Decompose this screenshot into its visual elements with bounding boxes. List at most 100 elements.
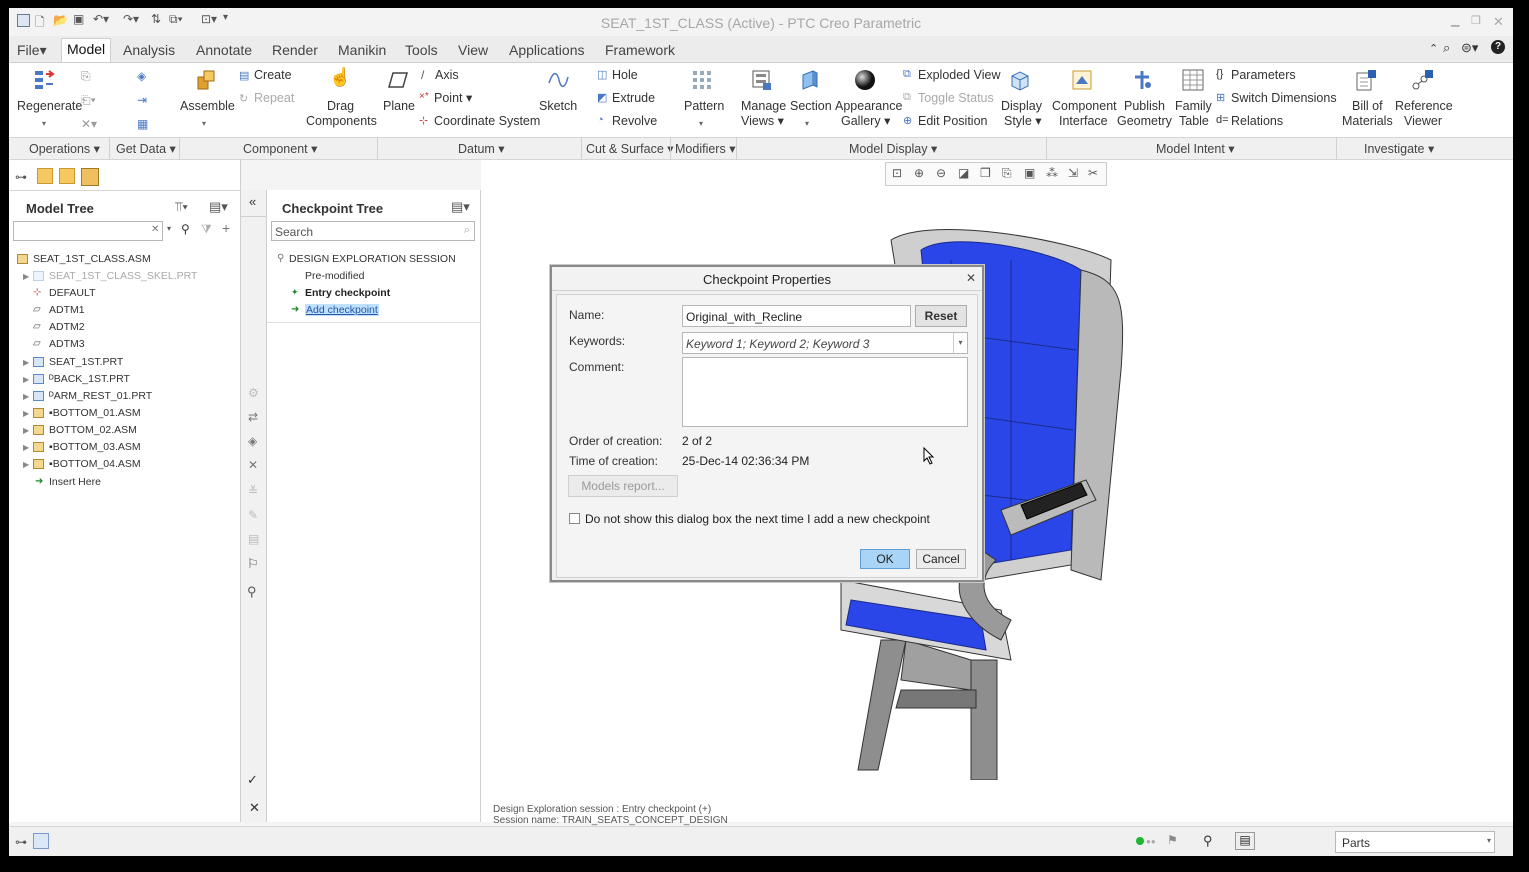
branch-icon[interactable]: ◈: [248, 434, 257, 448]
tree-item-bottom-04[interactable]: ▪BOTTOM_04.ASM: [49, 458, 141, 470]
appearance-gallery-button[interactable]: Gallery ▾: [841, 114, 890, 129]
tab-framework[interactable]: Framework: [600, 40, 680, 60]
navigator-toggle-icon[interactable]: ⊶: [15, 835, 27, 849]
section-button[interactable]: Section: [790, 99, 832, 114]
message-flag-icon[interactable]: ⚑: [1167, 833, 1178, 847]
keywords-combobox[interactable]: Keyword 1; Keyword 2; Keyword 3 ▾: [682, 332, 968, 354]
annotation-display-icon[interactable]: ⇲: [1068, 166, 1078, 180]
repaint-icon[interactable]: ◪: [958, 166, 969, 180]
group-component[interactable]: Component ▾: [243, 141, 317, 156]
tab-tools[interactable]: Tools: [400, 40, 443, 60]
bill-of-label[interactable]: Bill of: [1352, 99, 1383, 114]
clear-search-icon[interactable]: ✕: [151, 224, 159, 235]
parameters-button[interactable]: Parameters: [1231, 68, 1296, 83]
show-options-icon[interactable]: ▤▾: [209, 199, 228, 215]
publish-label[interactable]: Publish: [1124, 99, 1165, 114]
delete-icon[interactable]: ✕▾: [81, 117, 97, 131]
group-cut-surface[interactable]: Cut & Surface ▾: [586, 141, 674, 156]
appearance-label[interactable]: Appearance: [835, 99, 902, 114]
datum-display-icon[interactable]: ⁂: [1046, 166, 1058, 180]
do-not-show-checkbox[interactable]: [569, 513, 580, 524]
search-icon[interactable]: ⌕: [1443, 40, 1450, 56]
reference-label[interactable]: Reference: [1395, 99, 1453, 114]
checkpoint-settings-icon[interactable]: ⚙: [248, 386, 259, 400]
maximize-icon[interactable]: ❐: [1471, 14, 1481, 27]
manage-views-button[interactable]: Views ▾: [741, 114, 784, 129]
delete-checkpoint-icon[interactable]: ✕: [248, 458, 258, 472]
extrude-button[interactable]: Extrude: [612, 91, 655, 106]
find-status-icon[interactable]: ⚲: [1203, 833, 1213, 849]
publish-geometry-button[interactable]: Geometry: [1117, 114, 1172, 129]
pattern-dropdown-icon[interactable]: ▾: [699, 119, 703, 128]
dialog-close-icon[interactable]: ✕: [966, 271, 976, 285]
model-tree-tab-icon[interactable]: ⊶: [15, 170, 27, 184]
group-model-display[interactable]: Model Display ▾: [849, 141, 937, 156]
tab-manikin[interactable]: Manikin: [333, 40, 391, 60]
close-session-icon[interactable]: ✕: [249, 800, 260, 816]
filter-icon[interactable]: ⧩: [201, 222, 212, 237]
properties-icon[interactable]: ▤: [248, 532, 259, 546]
family-label[interactable]: Family: [1175, 99, 1212, 114]
tree-item-bottom-02[interactable]: BOTTOM_02.ASM: [49, 424, 137, 436]
coordinate-system-button[interactable]: Coordinate System: [434, 114, 540, 129]
edit-icon[interactable]: ✎: [248, 508, 258, 522]
checkpoint-add[interactable]: Add checkpoint: [305, 304, 379, 316]
display-style-view-icon[interactable]: ❒: [980, 166, 991, 180]
group-modifiers[interactable]: Modifiers ▾: [675, 141, 735, 156]
move-to-checkpoint-icon[interactable]: ⇄: [248, 410, 258, 424]
section-dropdown-icon[interactable]: ▾: [805, 119, 809, 128]
axis-button[interactable]: Axis: [435, 68, 459, 83]
tab-render[interactable]: Render: [267, 40, 323, 60]
regenerate-button[interactable]: Regenerate: [17, 99, 82, 114]
checkpoint-pre-modified[interactable]: Pre-modified: [305, 270, 365, 282]
close-icon[interactable]: ✕: [1493, 14, 1504, 30]
component-label[interactable]: Component: [1052, 99, 1117, 114]
zoom-in-icon[interactable]: ⊕: [914, 166, 924, 180]
browser-toggle-icon[interactable]: [33, 833, 49, 849]
pattern-button[interactable]: Pattern: [684, 99, 724, 114]
tree-item-seat-1st-class-asm[interactable]: SEAT_1ST_CLASS.ASM: [33, 253, 151, 265]
collapse-ribbon-icon[interactable]: ⌃: [1429, 42, 1438, 55]
selection-filter-icon[interactable]: ▤: [1235, 832, 1255, 850]
tree-item-bottom-03[interactable]: ▪BOTTOM_03.ASM: [49, 441, 141, 453]
shrinkwrap-icon[interactable]: ▦: [137, 117, 148, 131]
reset-button[interactable]: Reset: [915, 305, 967, 327]
save-checkpoint-icon[interactable]: ⚲: [247, 584, 257, 600]
exploded-view-button[interactable]: Exploded View: [918, 68, 1000, 83]
minimize-icon[interactable]: ▁: [1451, 14, 1459, 27]
repeat-button[interactable]: Repeat: [254, 91, 294, 106]
help-icon[interactable]: ?: [1491, 40, 1505, 54]
drag-components-label[interactable]: Components: [306, 114, 377, 129]
tree-settings-icon[interactable]: ⫪▾: [175, 199, 188, 215]
tab-model[interactable]: Model: [61, 38, 112, 62]
create-button[interactable]: Create: [254, 68, 292, 83]
component-interface-button[interactable]: Interface: [1059, 114, 1108, 129]
cancel-button[interactable]: Cancel: [916, 549, 966, 569]
display-label[interactable]: Display: [1001, 99, 1042, 114]
tree-item-adtm1[interactable]: ADTM1: [49, 304, 85, 316]
favorite-icon[interactable]: ⚐: [247, 556, 259, 572]
group-investigate[interactable]: Investigate ▾: [1364, 141, 1434, 156]
copy-geometry-icon[interactable]: ⇥: [137, 93, 147, 107]
group-operations[interactable]: Operations ▾: [29, 141, 100, 156]
tree-item-adtm2[interactable]: ADTM2: [49, 321, 85, 333]
tree-item-skel-prt[interactable]: SEAT_1ST_CLASS_SKEL.PRT: [49, 270, 197, 282]
tree-item-arm-rest-prt[interactable]: ᴰARM_REST_01.PRT: [49, 390, 152, 402]
ok-button[interactable]: OK: [860, 549, 910, 569]
saved-orientations-icon[interactable]: ⎘: [1002, 166, 1012, 181]
view-manager-icon[interactable]: ▣: [1024, 166, 1035, 180]
session-root[interactable]: DESIGN EXPLORATION SESSION: [289, 253, 456, 265]
find-icon[interactable]: ⚲: [181, 222, 190, 236]
models-report-button[interactable]: Models report...: [568, 475, 678, 497]
favorites-tab-icon[interactable]: [59, 168, 75, 184]
switch-dimensions-button[interactable]: Switch Dimensions: [1231, 91, 1337, 106]
display-style-button[interactable]: Style ▾: [1004, 114, 1042, 129]
spin-center-icon[interactable]: ✂: [1088, 166, 1098, 180]
accept-session-icon[interactable]: ✓: [247, 772, 258, 788]
tree-item-seat-1st-prt[interactable]: SEAT_1ST.PRT: [49, 356, 123, 368]
tree-item-bottom-01[interactable]: ▪BOTTOM_01.ASM: [49, 407, 141, 419]
family-table-button[interactable]: Table: [1179, 114, 1209, 129]
group-datum[interactable]: Datum ▾: [458, 141, 505, 156]
refit-icon[interactable]: ⊡: [892, 166, 902, 180]
checkpoint-entry[interactable]: Entry checkpoint: [305, 287, 390, 299]
